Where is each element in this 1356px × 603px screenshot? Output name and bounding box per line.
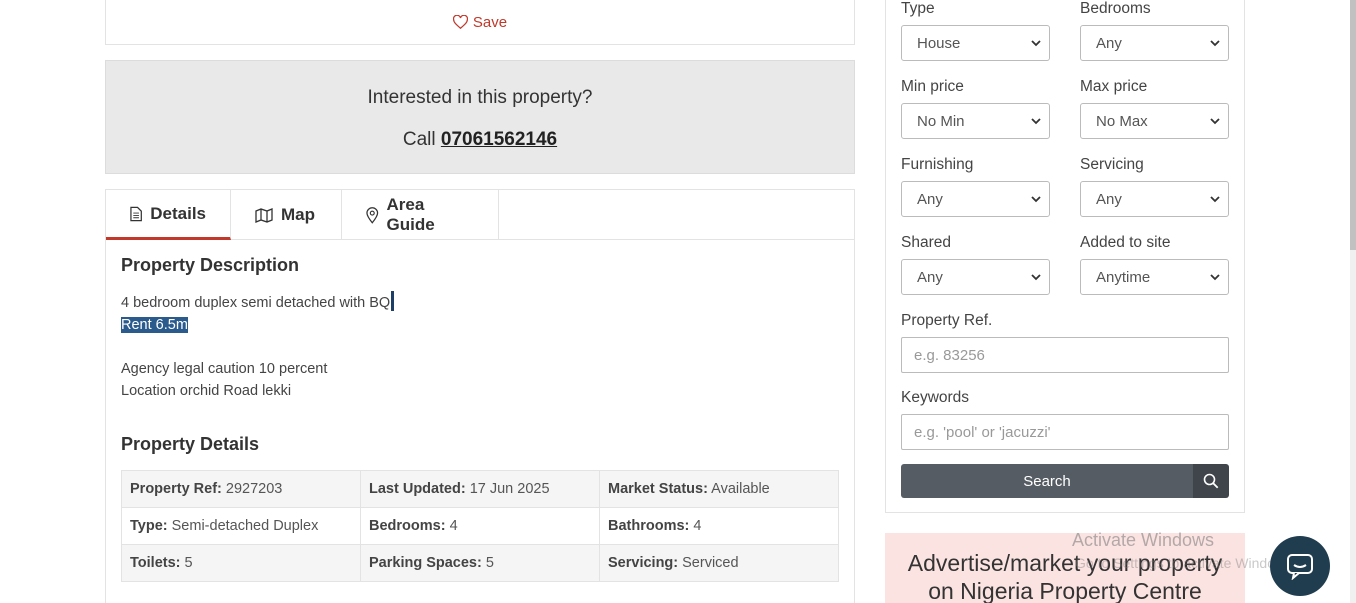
table-cell: Bathrooms: 4 (599, 507, 839, 545)
tab-bar: Details Map Area Guide (106, 190, 854, 240)
chat-button[interactable] (1270, 536, 1330, 596)
property-details-table: Property Ref: 2927203 Last Updated: 17 J… (121, 470, 839, 582)
description-line-1: 4 bedroom duplex semi detached with BQ (121, 295, 391, 311)
table-cell: Market Status: Available (599, 470, 839, 508)
chevron-down-icon (1210, 118, 1220, 125)
chevron-down-icon (1031, 274, 1041, 281)
property-details-heading: Property Details (121, 434, 260, 454)
search-icon (1203, 473, 1219, 489)
chevron-down-icon (1031, 40, 1041, 47)
description-line-2: Rent 6.5m (121, 317, 188, 333)
tab-map-label: Map (281, 205, 315, 224)
save-button[interactable]: Save (105, 0, 855, 45)
table-cell: Bedrooms: 4 (360, 507, 600, 545)
document-icon (130, 206, 142, 221)
table-cell: Property Ref: 2927203 (121, 470, 361, 508)
chevron-down-icon (1031, 196, 1041, 203)
location-pin-icon (366, 206, 379, 224)
table-row: Property Ref: 2927203 Last Updated: 17 J… (121, 470, 839, 508)
chevron-down-icon (1210, 40, 1220, 47)
description-line-4: Location orchid Road lekki (121, 383, 292, 399)
save-label: Save (472, 13, 508, 31)
bedrooms-label: Bedrooms (1080, 0, 1151, 17)
chevron-down-icon (1031, 118, 1041, 125)
min-price-select[interactable]: No Min (901, 103, 1050, 139)
added-to-site-select[interactable]: Anytime (1080, 259, 1229, 295)
furnishing-label: Furnishing (901, 156, 974, 173)
contact-question: Interested in this property? (367, 87, 593, 108)
text-cursor (391, 291, 395, 311)
contact-call: Call 07061562146 (106, 129, 854, 151)
tab-area-guide[interactable]: Area Guide (342, 190, 499, 240)
chevron-down-icon (1210, 274, 1220, 281)
servicing-select[interactable]: Any (1080, 181, 1229, 217)
search-button[interactable]: Search (901, 464, 1193, 498)
max-price-select[interactable]: No Max (1080, 103, 1229, 139)
furnishing-select[interactable]: Any (901, 181, 1050, 217)
scrollbar-thumb[interactable] (1350, 0, 1356, 250)
activate-windows-title: Activate Windows (1072, 530, 1215, 550)
table-row: Toilets: 5 Parking Spaces: 5 Servicing: … (121, 544, 839, 582)
table-cell: Servicing: Serviced (599, 544, 839, 582)
table-cell: Type: Semi-detached Duplex (121, 507, 361, 545)
max-price-label: Max price (1080, 78, 1148, 95)
shared-select[interactable]: Any (901, 259, 1050, 295)
shared-label: Shared (901, 234, 951, 251)
bedrooms-select[interactable]: Any (1080, 25, 1229, 61)
keywords-label: Keywords (901, 389, 970, 406)
search-icon-button[interactable] (1193, 464, 1229, 498)
call-prefix: Call (402, 129, 441, 150)
tab-details[interactable]: Details (106, 190, 231, 240)
tab-details-label: Details (150, 203, 206, 223)
activate-windows-subtitle: Go to Settings to activate Windows. (1075, 555, 1296, 571)
property-ref-label: Property Ref. (901, 312, 993, 329)
map-icon (255, 207, 273, 223)
table-cell: Parking Spaces: 5 (360, 544, 600, 582)
property-description-heading: Property Description (121, 255, 300, 275)
property-description-text: 4 bedroom duplex semi detached with BQ R… (121, 291, 395, 402)
tab-area-guide-label: Area Guide (386, 195, 435, 234)
type-select[interactable]: House (901, 25, 1050, 61)
table-row: Type: Semi-detached Duplex Bedrooms: 4 B… (121, 507, 839, 545)
chevron-down-icon (1210, 196, 1220, 203)
page-scrollbar[interactable] (1350, 0, 1356, 603)
property-ref-input[interactable]: e.g. 83256 (901, 337, 1229, 373)
min-price-label: Min price (901, 78, 964, 95)
heart-icon (452, 15, 468, 29)
contact-box: Interested in this property? Call 070615… (105, 60, 855, 174)
advert-line-2: on Nigeria Property Centre (928, 578, 1202, 603)
chat-bubble-icon (1287, 554, 1313, 580)
servicing-label: Servicing (1080, 156, 1144, 173)
keywords-input[interactable]: e.g. 'pool' or 'jacuzzi' (901, 414, 1229, 450)
added-to-site-label: Added to site (1080, 234, 1171, 251)
table-cell: Toilets: 5 (121, 544, 361, 582)
type-label: Type (901, 0, 935, 17)
phone-link[interactable]: 07061562146 (441, 129, 557, 150)
property-tabs-panel: Details Map Area Guide Property Descript… (105, 189, 855, 603)
table-cell: Last Updated: 17 Jun 2025 (360, 470, 600, 508)
property-search-panel: Type Bedrooms House Any Min price Max pr… (885, 0, 1245, 513)
tab-map[interactable]: Map (231, 190, 342, 240)
description-line-3: Agency legal caution 10 percent (121, 361, 328, 377)
